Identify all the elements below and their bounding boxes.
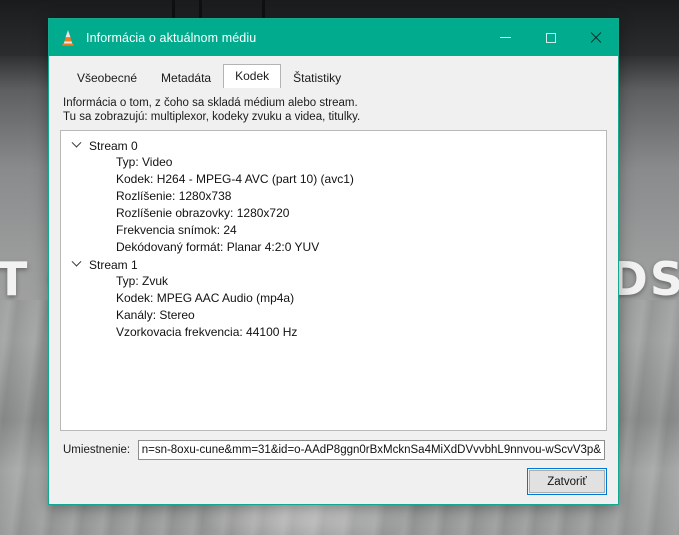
location-label: Umiestnenie: — [63, 444, 131, 456]
tab-vseobecne[interactable]: Všeobecné — [65, 67, 149, 89]
list-item: Typ: Zvuk — [116, 274, 169, 288]
dialog-body: Všeobecné Metadáta Kodek Štatistiky Info… — [49, 56, 618, 460]
stream-node-0[interactable]: Stream 0 — [61, 137, 606, 154]
minimize-button[interactable] — [483, 19, 528, 56]
list-item: Dekódovaný formát: Planar 4:2:0 YUV — [116, 240, 320, 254]
close-icon — [590, 32, 602, 44]
list-item: Rozlíšenie obrazovky: 1280x720 — [116, 206, 290, 220]
window-title: Informácia o aktuálnom médiu — [86, 30, 257, 45]
list-item: Kodek: MPEG AAC Audio (mp4a) — [116, 291, 295, 305]
codec-stream-tree[interactable]: Stream 0 Typ: Video Kodek: H264 - MPEG-4… — [60, 130, 607, 431]
vlc-cone-icon — [59, 29, 77, 47]
close-button[interactable] — [573, 19, 618, 56]
list-item: Vzorkovacia frekvencia: 44100 Hz — [116, 325, 298, 339]
maximize-icon — [545, 32, 556, 43]
description-line-2: Tu sa zobrazujú: multiplexor, kodeky zvu… — [63, 111, 361, 123]
chevron-down-icon[interactable] — [69, 137, 83, 149]
chevron-down-icon[interactable] — [69, 256, 83, 268]
description-line-1: Informácia o tom, z čoho sa skladá médiu… — [63, 97, 358, 109]
screen: T G NDS Informácia o aktuálnom médiu Vše… — [0, 0, 679, 535]
stream-label: Stream 1 — [89, 257, 138, 272]
list-item: Frekvencia snímok: 24 — [116, 223, 237, 237]
panel-description: Informácia o tom, z čoho sa skladá médiu… — [60, 88, 607, 130]
list-item: Kanály: Stereo — [116, 308, 195, 322]
stream-node-1[interactable]: Stream 1 — [61, 256, 606, 273]
title-bar[interactable]: Informácia o aktuálnom médiu — [49, 19, 618, 56]
list-item: Kodek: H264 - MPEG-4 AVC (part 10) (avc1… — [116, 172, 354, 186]
tab-bar: Všeobecné Metadáta Kodek Štatistiky — [60, 64, 607, 89]
list-item: Rozlíšenie: 1280x738 — [116, 189, 232, 203]
location-row: Umiestnenie: — [60, 431, 607, 460]
media-information-dialog: Informácia o aktuálnom médiu Všeobecné M… — [48, 18, 619, 505]
maximize-button[interactable] — [528, 19, 573, 56]
window-controls — [483, 19, 618, 56]
location-input[interactable] — [138, 440, 605, 460]
minimize-icon — [500, 37, 511, 38]
tab-metadata[interactable]: Metadáta — [149, 67, 223, 89]
tab-kodek[interactable]: Kodek — [223, 64, 282, 88]
close-dialog-button[interactable]: Zatvoriť — [527, 468, 607, 495]
tab-statistiky[interactable]: Štatistiky — [281, 67, 353, 89]
dialog-footer: Zatvoriť — [49, 460, 618, 504]
stream-label: Stream 0 — [89, 138, 138, 153]
list-item: Typ: Video — [116, 155, 173, 169]
